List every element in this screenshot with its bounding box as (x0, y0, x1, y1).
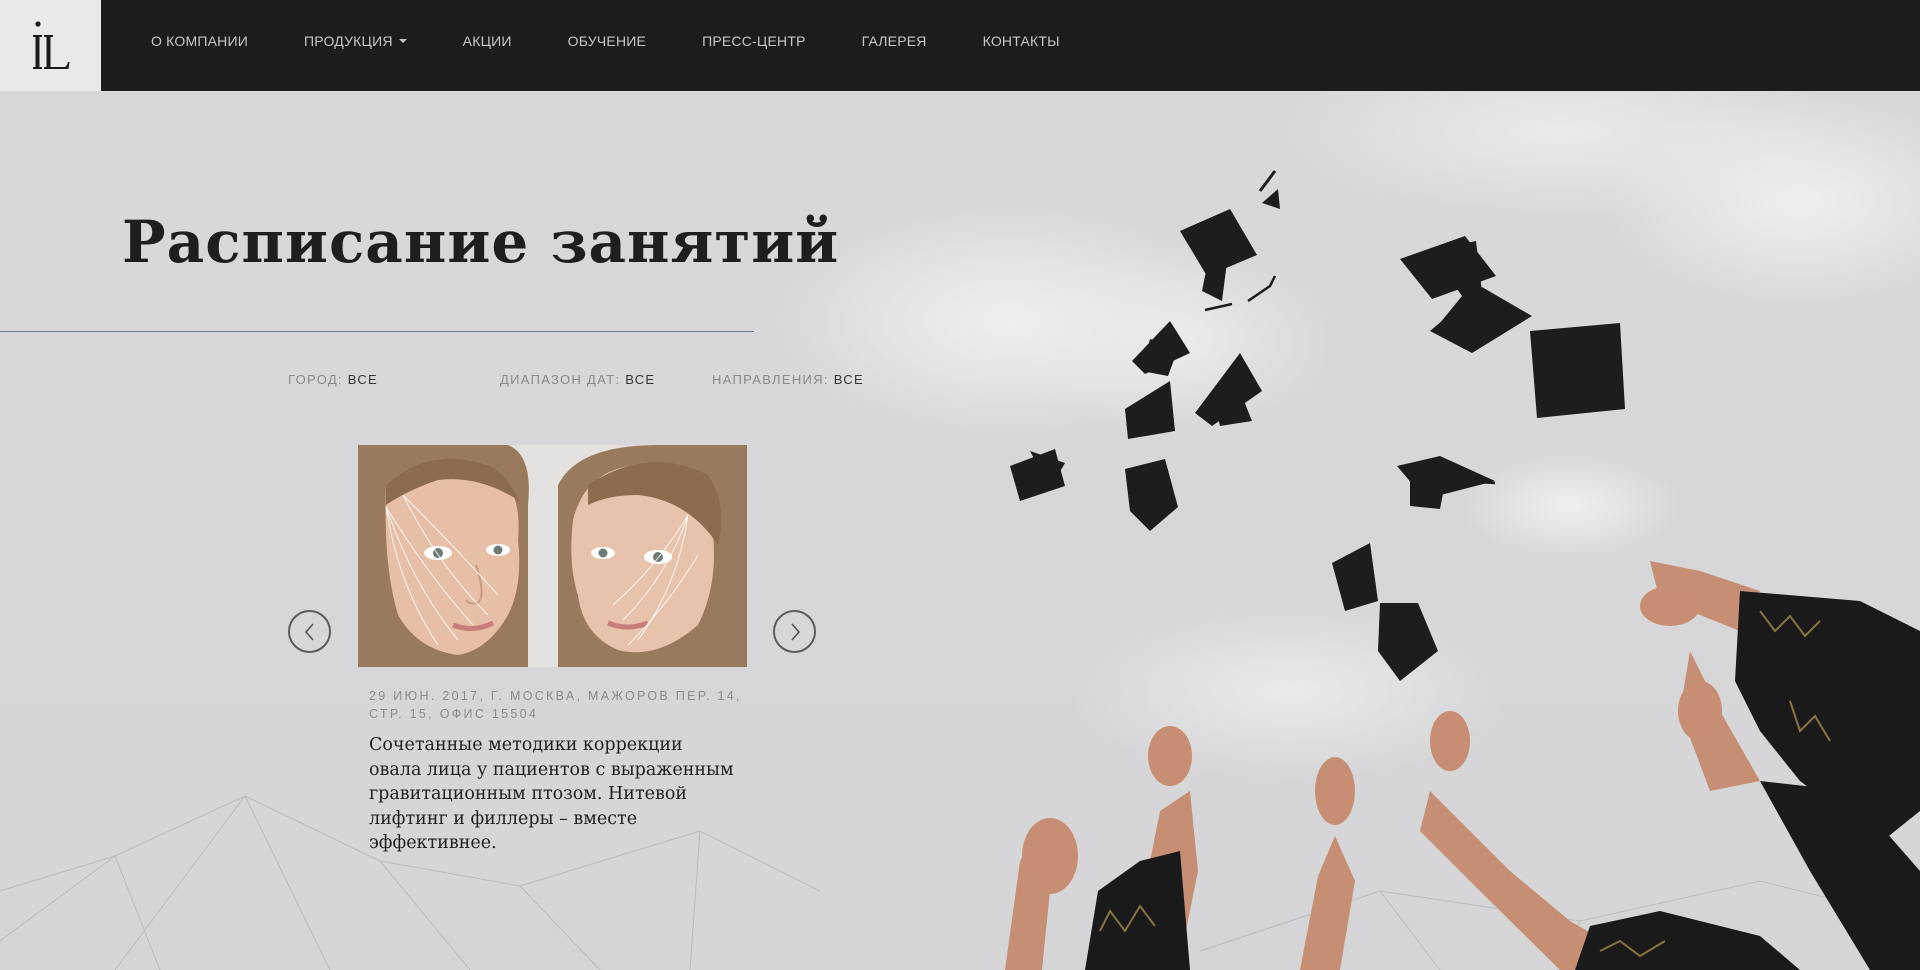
nav-item-press-center[interactable]: ПРЕСС-ЦЕНТР (702, 33, 806, 49)
nav-item-promotions[interactable]: АКЦИИ (463, 33, 512, 49)
nav-item-label: ПРОДУКЦИЯ (303, 33, 393, 49)
caret-down-icon (398, 39, 407, 43)
nav-item-about[interactable]: О КОМПАНИИ (151, 33, 248, 49)
nav-item-gallery[interactable]: ГАЛЕРЕЯ (862, 33, 927, 49)
hero-section: Расписание занятий ГОРОД: ВСЕ ДИАПАЗОН Д… (0, 91, 1920, 970)
nav-item-contacts[interactable]: КОНТАКТЫ (983, 33, 1060, 49)
nav-item-label: ГАЛЕРЕЯ (861, 33, 927, 49)
nav-item-label: АКЦИИ (462, 33, 512, 49)
carousel-next-button[interactable] (773, 610, 816, 653)
nav-item-label: КОНТАКТЫ (982, 33, 1060, 49)
filter-directions-value: ВСЕ (833, 372, 864, 387)
filter-city-value: ВСЕ (347, 372, 378, 387)
title-divider (0, 331, 754, 332)
filter-date-range[interactable]: ДИАПАЗОН ДАТ: ВСЕ (500, 372, 655, 387)
page-title: Расписание занятий (122, 208, 840, 276)
nav-item-products[interactable]: ПРОДУКЦИЯ (304, 33, 407, 49)
event-image[interactable] (358, 445, 747, 667)
filter-directions-label: НАПРАВЛЕНИЯ: (712, 372, 829, 387)
nav-item-training[interactable]: ОБУЧЕНИЕ (568, 33, 646, 49)
nav-item-label: ОБУЧЕНИЕ (567, 33, 647, 49)
filter-directions[interactable]: НАПРАВЛЕНИЯ: ВСЕ (712, 372, 864, 387)
event-meta: 29 ИЮН. 2017, Г. МОСКВА, МАЖОРОВ ПЕР. 14… (369, 689, 742, 721)
chevron-right-icon (790, 622, 800, 641)
top-navigation-bar: О КОМПАНИИ ПРОДУКЦИЯ АКЦИИ ОБУЧЕНИЕ ПРЕС… (0, 0, 1920, 91)
carousel-prev-button[interactable] (288, 610, 331, 653)
filter-city-label: ГОРОД: (288, 372, 343, 387)
face-lifting-illustration (358, 445, 747, 667)
main-menu: О КОМПАНИИ ПРОДУКЦИЯ АКЦИИ ОБУЧЕНИЕ ПРЕС… (151, 0, 1116, 82)
filter-date-range-value: ВСЕ (625, 372, 656, 387)
filter-date-range-label: ДИАПАЗОН ДАТ: (500, 372, 621, 387)
chevron-left-icon (304, 622, 314, 641)
logo[interactable] (0, 0, 101, 91)
nav-item-label: ПРЕСС-ЦЕНТР (702, 33, 806, 49)
event-title-link[interactable]: Сочетанные методики коррекции овала лица… (369, 733, 739, 856)
filter-city[interactable]: ГОРОД: ВСЕ (288, 372, 378, 387)
nav-item-label: О КОМПАНИИ (151, 33, 248, 49)
il-logo-icon (32, 20, 69, 69)
